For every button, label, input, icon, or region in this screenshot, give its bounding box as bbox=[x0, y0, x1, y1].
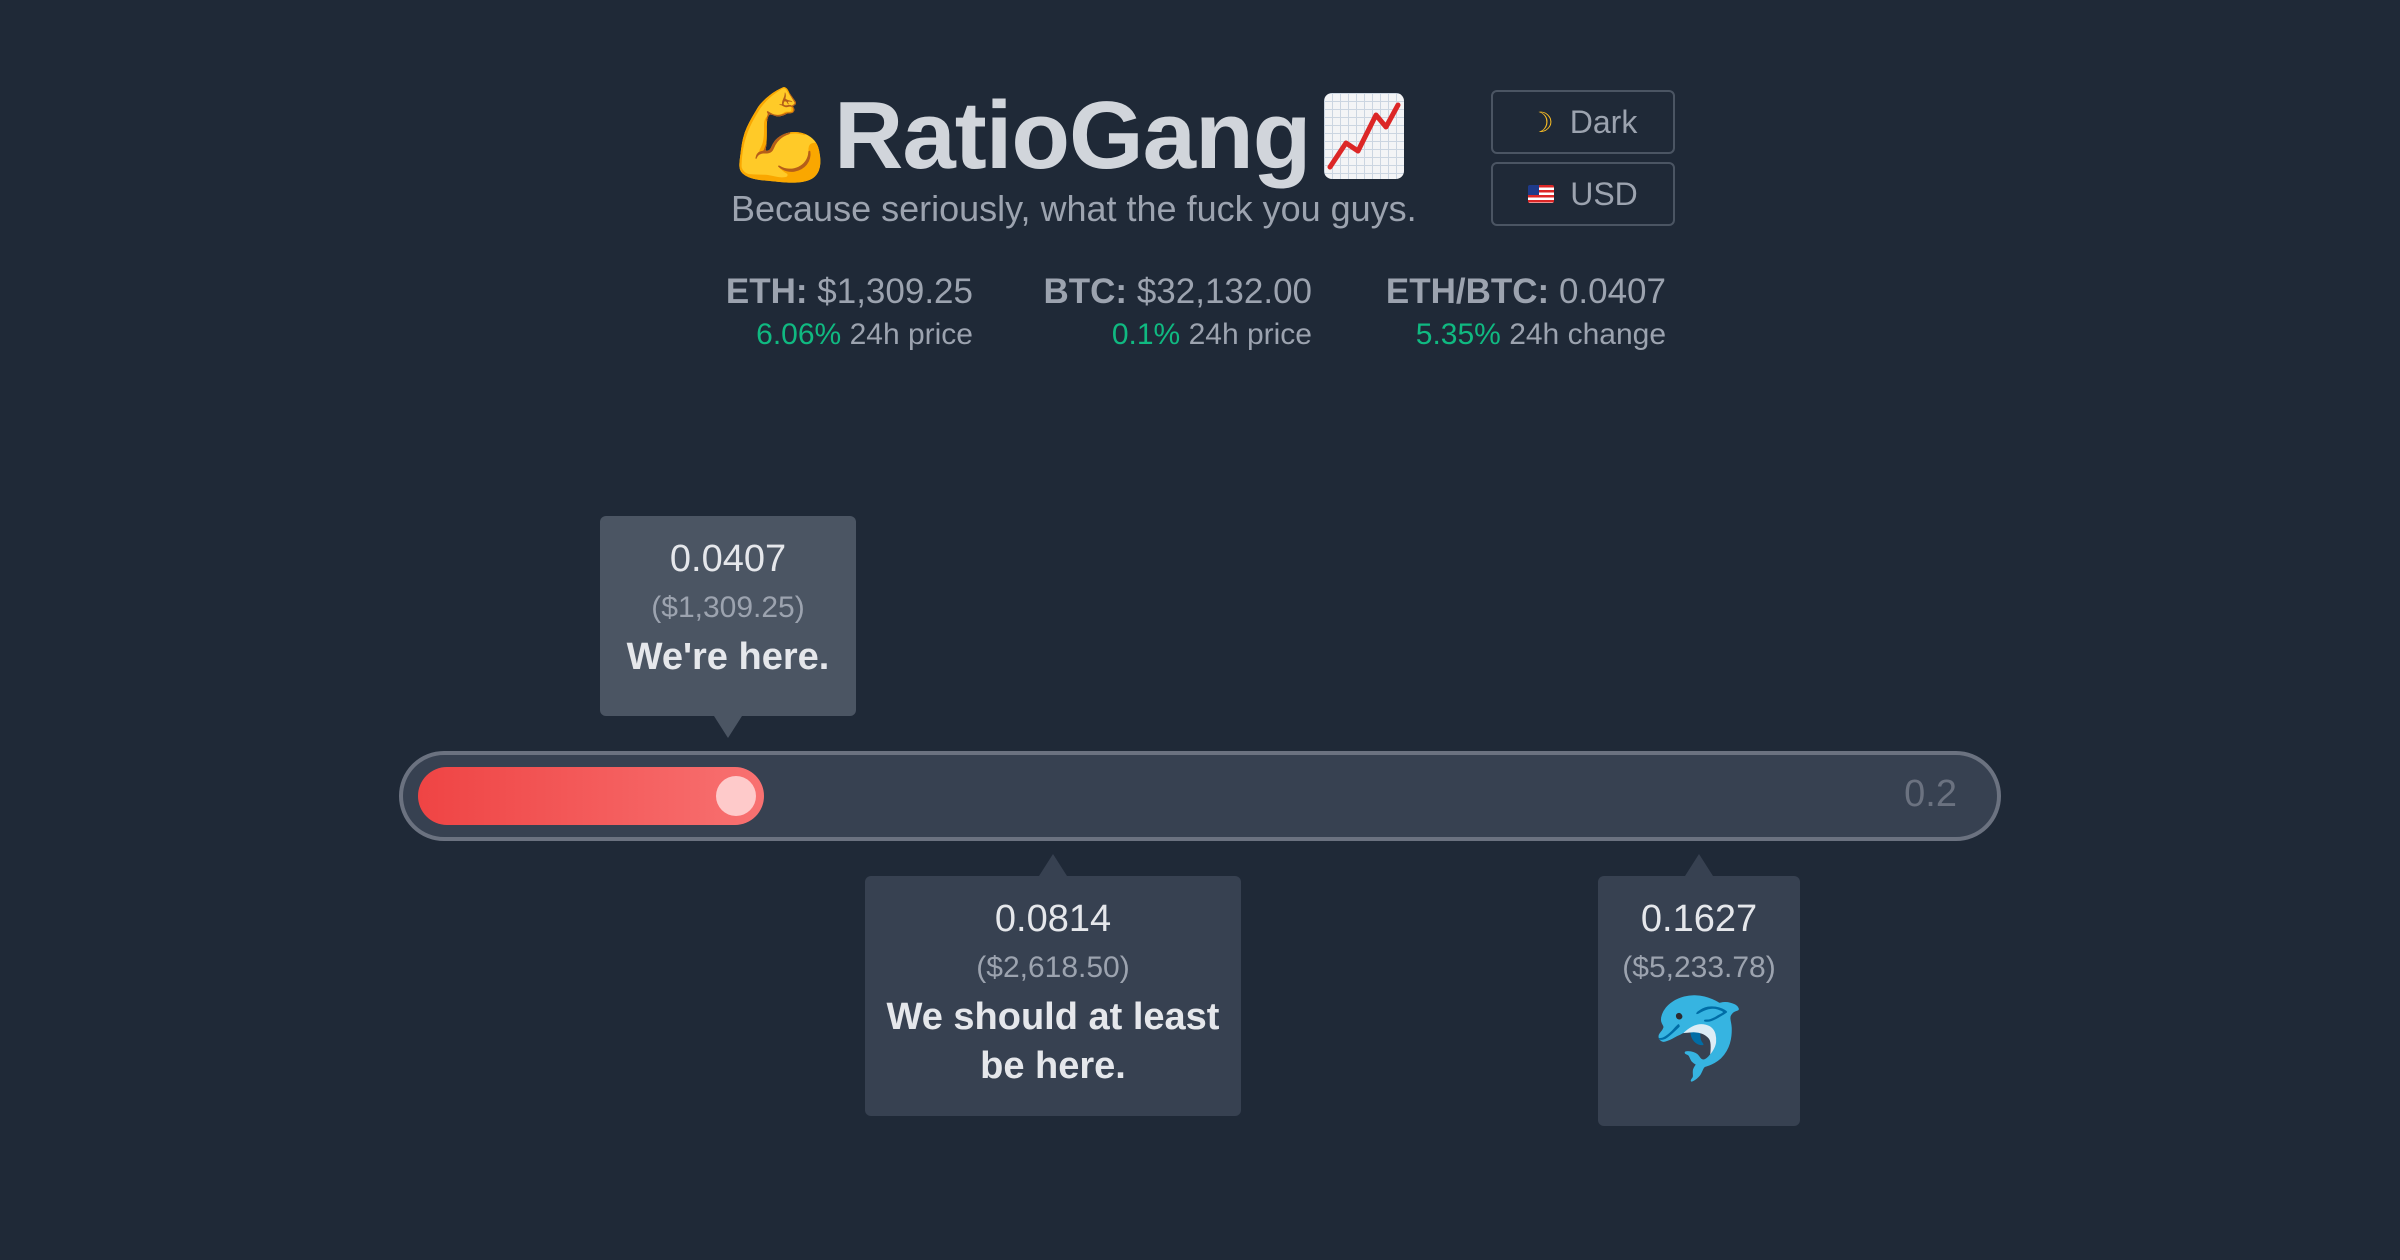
btc-price-stat: BTC: $32,132.00 0.1% 24h price bbox=[1044, 272, 1313, 352]
ratio-stat: ETH/BTC: 0.0407 5.35% 24h change bbox=[1386, 272, 1666, 352]
ratio-progress-fill bbox=[418, 767, 764, 825]
us-flag-icon bbox=[1528, 185, 1555, 203]
ratio-label: ETH/BTC: bbox=[1385, 272, 1550, 311]
eth-label: ETH: bbox=[725, 272, 808, 311]
target-ratio-value: 0.0814 bbox=[994, 898, 1112, 940]
current-ratio-tooltip: 0.0407 ($1,309.25) We're here. bbox=[600, 516, 856, 738]
current-ratio-caption: We're here. bbox=[626, 636, 830, 678]
btc-price: $32,132.00 bbox=[1136, 272, 1312, 311]
chart-increasing-icon bbox=[1324, 93, 1405, 179]
theme-toggle-button[interactable]: ☽ Dark bbox=[1491, 90, 1675, 154]
page-subtitle: Because seriously, what the fuck you guy… bbox=[731, 188, 1417, 229]
btc-change: 0.1% bbox=[1111, 318, 1181, 351]
flexed-biceps-icon: 💪 bbox=[724, 86, 837, 186]
currency-toggle-button[interactable]: USD bbox=[1491, 162, 1675, 226]
flippening-ratio-tooltip: 0.1627 ($5,233.78) 🐬 bbox=[1598, 854, 1800, 1126]
ratio-max-label: 0.2 bbox=[1904, 773, 1957, 815]
dolphin-icon: 🐬 bbox=[1649, 994, 1749, 1083]
target-ratio-caption: We should at least be here. bbox=[886, 996, 1220, 1088]
ratio-change-label: 24h change bbox=[1509, 318, 1666, 351]
target-ratio-usd: ($2,618.50) bbox=[976, 951, 1130, 984]
eth-price-stat: ETH: $1,309.25 6.06% 24h price bbox=[726, 272, 973, 352]
page-title: RatioGang bbox=[834, 82, 1311, 189]
ratio-value: 0.0407 bbox=[1558, 272, 1666, 311]
eth-change: 6.06% bbox=[756, 318, 842, 351]
flippening-ratio-value: 0.1627 bbox=[1640, 898, 1758, 940]
btc-change-label: 24h price bbox=[1188, 318, 1312, 351]
btc-label: BTC: bbox=[1043, 272, 1128, 311]
theme-toggle-label: Dark bbox=[1569, 103, 1638, 140]
ratio-progress-bar: 0.2 bbox=[399, 751, 2001, 841]
current-ratio-value: 0.0407 bbox=[669, 538, 787, 580]
page-header: 💪 RatioGang bbox=[724, 82, 1405, 190]
current-ratio-usd: ($1,309.25) bbox=[651, 591, 805, 624]
eth-price: $1,309.25 bbox=[817, 272, 973, 311]
ratio-change: 5.35% bbox=[1415, 318, 1501, 351]
eth-change-label: 24h price bbox=[849, 318, 973, 351]
ratio-progress-knob bbox=[716, 776, 756, 816]
currency-toggle-label: USD bbox=[1570, 175, 1638, 212]
target-ratio-tooltip: 0.0814 ($2,618.50) We should at least be… bbox=[865, 854, 1241, 1116]
flippening-ratio-usd: ($5,233.78) bbox=[1622, 951, 1776, 984]
moon-icon: ☽ bbox=[1528, 106, 1554, 138]
